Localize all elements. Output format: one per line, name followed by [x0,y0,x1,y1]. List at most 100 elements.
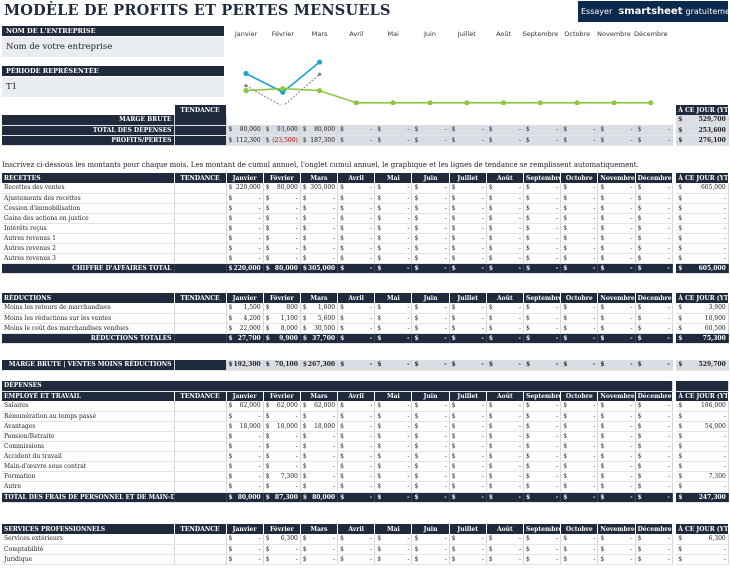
amount-cell[interactable]: $ - [374,263,413,275]
amount-cell[interactable]: $ - [597,451,636,463]
amount-cell[interactable]: $ - [226,451,264,463]
amount-cell[interactable]: $ - [374,125,413,136]
amount-cell[interactable]: $70,100 [263,360,301,371]
amount-cell[interactable]: $ - [337,135,376,146]
amount-cell[interactable]: $ - [597,323,636,334]
amount-cell[interactable]: $ - [560,481,599,493]
amount-cell[interactable]: $5,600 [300,313,339,324]
amount-cell[interactable]: $ - [597,213,636,224]
amount-cell[interactable]: $ - [523,253,562,265]
amount-cell[interactable]: $ - [523,554,562,565]
amount-cell[interactable]: $22,000 [226,323,264,334]
amount-cell[interactable]: $ - [449,193,487,204]
amount-cell[interactable]: $ - [560,411,599,422]
amount-cell[interactable]: $ - [374,303,413,314]
amount-cell[interactable]: $ - [560,183,599,194]
amount-cell[interactable]: $ - [411,554,450,565]
amount-cell[interactable]: $ - [374,360,413,371]
amount-cell[interactable]: $ - [374,441,413,453]
amount-cell[interactable]: $ - [560,431,599,443]
amount-cell[interactable]: $ - [486,193,525,204]
amount-cell[interactable]: $37,700 [300,333,339,344]
amount-cell[interactable]: $ - [337,461,376,473]
amount-cell[interactable]: $ - [411,431,450,443]
amount-cell[interactable]: $ - [597,135,636,146]
amount-cell[interactable]: $ - [411,125,450,136]
amount-cell[interactable]: $ - [226,461,264,473]
amount-cell[interactable]: $ - [635,421,673,432]
amount-cell[interactable]: $220,000 [226,183,264,194]
amount-cell[interactable]: $ - [226,441,264,453]
amount-cell[interactable]: $ - [300,471,339,483]
amount-cell[interactable]: $ - [523,492,562,503]
amount-cell[interactable]: $ - [560,401,599,412]
amount-cell[interactable]: $ - [597,183,636,194]
amount-cell[interactable]: $ - [337,125,376,136]
amount-cell[interactable]: $305,000 [300,183,339,194]
amount-cell[interactable]: $ - [300,223,339,235]
amount-cell[interactable]: $ - [374,492,413,503]
amount-cell[interactable]: $ - [560,263,599,275]
amount-cell[interactable]: $ - [486,544,525,555]
amount-cell[interactable]: $ - [337,471,376,483]
amount-cell[interactable]: $ - [263,544,301,555]
amount-cell[interactable]: $ - [523,451,562,463]
amount-cell[interactable]: $ - [374,421,413,432]
amount-cell[interactable]: $ - [560,243,599,255]
amount-cell[interactable]: $ - [635,323,673,334]
amount-cell[interactable]: $ - [523,263,562,275]
amount-cell[interactable]: $ - [449,471,487,483]
amount-cell[interactable]: $ - [300,411,339,422]
amount-cell[interactable]: $ - [635,213,673,224]
amount-cell[interactable]: $ - [635,203,673,214]
amount-cell[interactable]: $ - [226,544,264,555]
amount-cell[interactable]: $ - [560,253,599,265]
amount-cell[interactable]: $ - [411,401,450,412]
amount-cell[interactable]: $ - [486,243,525,255]
amount-cell[interactable]: $ - [411,203,450,214]
amount-cell[interactable]: $ - [263,481,301,493]
amount-cell[interactable]: $ - [523,243,562,255]
amount-cell[interactable]: $30,500 [300,323,339,334]
amount-cell[interactable]: $1,600 [300,303,339,314]
amount-cell[interactable]: $62,000 [263,401,301,412]
amount-cell[interactable]: $ - [337,554,376,565]
amount-cell[interactable]: $ - [449,243,487,255]
amount-cell[interactable]: $ - [374,534,413,545]
amount-cell[interactable]: $ - [597,461,636,473]
amount-cell[interactable]: $ - [449,461,487,473]
amount-cell[interactable]: $ - [486,183,525,194]
amount-cell[interactable]: $ - [635,411,673,422]
amount-cell[interactable]: $ - [635,183,673,194]
amount-cell[interactable]: $ - [337,481,376,493]
amount-cell[interactable]: $ - [374,323,413,334]
amount-cell[interactable]: $ - [337,193,376,204]
amount-cell[interactable]: $ - [300,534,339,545]
amount-cell[interactable]: $ - [560,333,599,344]
amount-cell[interactable]: $ - [597,534,636,545]
amount-cell[interactable]: $ - [337,451,376,463]
amount-cell[interactable]: $ - [560,441,599,453]
amount-cell[interactable]: $ - [300,441,339,453]
amount-cell[interactable]: $187,300 [300,135,339,146]
amount-cell[interactable]: $ - [486,441,525,453]
amount-cell[interactable]: $ - [597,360,636,371]
amount-cell[interactable]: $ - [635,451,673,463]
amount-cell[interactable]: $ - [486,253,525,265]
amount-cell[interactable]: $ - [337,253,376,265]
amount-cell[interactable]: $ - [411,313,450,324]
amount-cell[interactable]: $ - [411,263,450,275]
amount-cell[interactable]: $ - [523,183,562,194]
amount-cell[interactable]: $ - [300,203,339,214]
amount-cell[interactable]: $ - [635,461,673,473]
amount-cell[interactable]: $ - [597,203,636,214]
amount-cell[interactable]: $ - [263,203,301,214]
amount-cell[interactable]: $ - [560,451,599,463]
amount-cell[interactable]: $ - [411,451,450,463]
amount-cell[interactable]: $ - [263,451,301,463]
amount-cell[interactable]: $ - [337,213,376,224]
amount-cell[interactable]: $ - [300,554,339,565]
amount-cell[interactable]: $ - [411,441,450,453]
amount-cell[interactable]: $ - [597,263,636,275]
amount-cell[interactable]: $ - [337,441,376,453]
